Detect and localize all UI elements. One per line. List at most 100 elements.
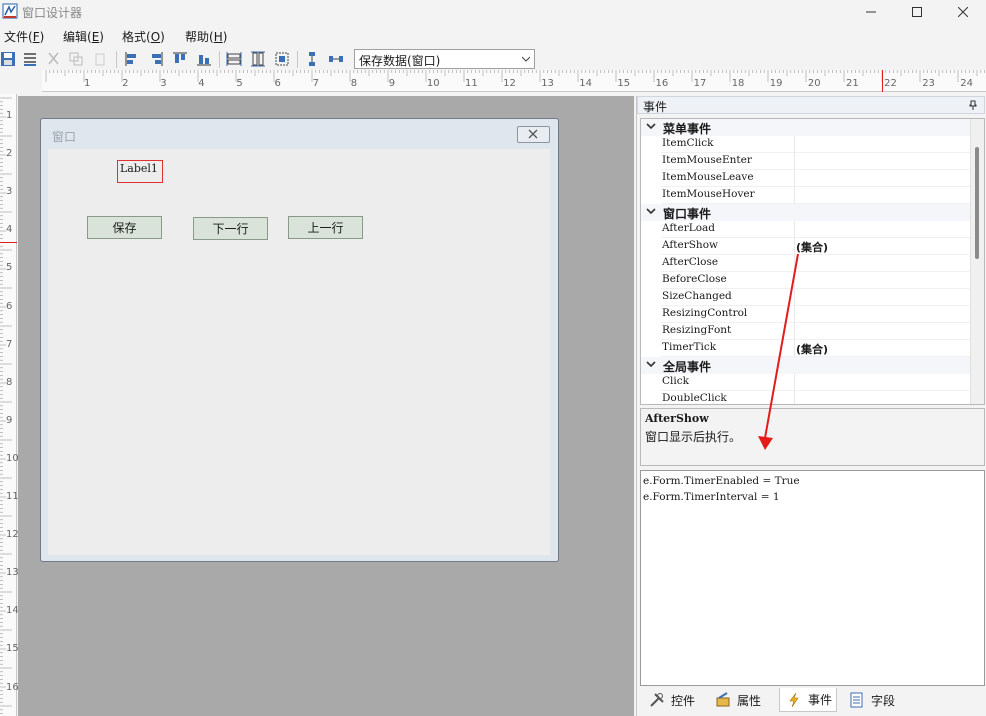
column-divider: [794, 255, 795, 272]
minimize-button[interactable]: [848, 0, 894, 24]
column-divider: [794, 340, 795, 357]
tab-label: 控件: [671, 693, 696, 708]
form-window[interactable]: 窗口 Label1 保存 下一行 上一行: [40, 118, 559, 562]
event-row[interactable]: ResizingControl: [641, 306, 971, 323]
event-name: ResizingControl: [662, 307, 748, 319]
panel-tabs: 控件 属性 事件 字段: [637, 688, 986, 714]
code-line[interactable]: e.Form.TimerInterval = 1: [643, 491, 982, 507]
ruler-label: 10: [6, 452, 19, 464]
ruler-label: 11: [465, 78, 478, 89]
properties-icon: [716, 692, 730, 707]
event-value[interactable]: (集合): [796, 239, 828, 255]
align-left-icon[interactable]: [124, 51, 140, 67]
ruler-label: 6: [6, 300, 13, 312]
ruler-position-marker: [0, 242, 17, 243]
ruler-label: 12: [6, 529, 19, 541]
tab-events[interactable]: 事件: [779, 688, 837, 712]
event-row[interactable]: AfterClose: [641, 255, 971, 272]
category-name: 窗口事件: [663, 207, 712, 221]
same-size-icon[interactable]: [274, 51, 290, 67]
column-divider: [794, 187, 795, 204]
align-right-icon[interactable]: [148, 51, 164, 67]
menu-help[interactable]: 帮助(H): [185, 28, 227, 45]
next-row-button[interactable]: 下一行: [193, 217, 268, 240]
event-row[interactable]: AfterLoad: [641, 221, 971, 238]
category-header[interactable]: 窗口事件: [641, 204, 971, 221]
event-name: ItemMouseLeave: [662, 171, 754, 183]
save-icon[interactable]: [0, 51, 16, 67]
event-row[interactable]: ItemClick: [641, 136, 971, 153]
chevron-down-icon[interactable]: [646, 361, 656, 369]
event-row[interactable]: ItemMouseHover: [641, 187, 971, 204]
event-name: AfterShow: [662, 239, 719, 251]
ruler-label: 19: [769, 78, 783, 89]
vertical-ruler: 1 2 3 4 5 6 7 8 9 10 11 12 13 14 15 16: [0, 94, 19, 716]
event-row[interactable]: DoubleClick: [641, 391, 971, 404]
align-bottom-icon[interactable]: [196, 51, 212, 67]
column-divider: [794, 391, 795, 404]
tab-fields[interactable]: 字段: [849, 688, 913, 712]
pin-icon[interactable]: [968, 100, 978, 110]
event-name: AfterClose: [662, 256, 719, 268]
description-text: 窗口显示后执行。: [645, 430, 742, 444]
event-row[interactable]: SizeChanged: [641, 289, 971, 306]
event-name: ItemMouseEnter: [662, 154, 752, 166]
align-top-icon[interactable]: [172, 51, 188, 67]
tab-controls[interactable]: 控件: [649, 688, 713, 712]
tab-order-icon[interactable]: [22, 51, 38, 67]
ruler-label: 3: [160, 78, 167, 89]
ruler-label: 24: [960, 78, 974, 89]
vertical-spacing-icon[interactable]: [304, 51, 320, 67]
tools-icon: [650, 693, 664, 707]
tab-label: 字段: [871, 693, 896, 708]
event-row[interactable]: Click: [641, 374, 971, 391]
code-line[interactable]: e.Form.TimerEnabled = True: [643, 475, 982, 491]
category-header[interactable]: 菜单事件: [641, 119, 971, 136]
tab-label: 属性: [737, 693, 762, 708]
tab-properties[interactable]: 属性: [715, 688, 777, 712]
event-row[interactable]: ItemMouseLeave: [641, 170, 971, 187]
ruler-label: 23: [922, 78, 935, 89]
event-row[interactable]: AfterShow (集合): [641, 238, 971, 255]
ruler-label: 15: [617, 78, 631, 89]
save-button[interactable]: 保存: [87, 216, 162, 239]
paste-icon[interactable]: [92, 51, 108, 67]
menu-bar: 文件(F) 编辑(E) 格式(O) 帮助(H): [0, 24, 986, 46]
copy-icon[interactable]: [68, 51, 84, 67]
form-close-button[interactable]: [517, 126, 550, 143]
event-selector-dropdown[interactable]: 保存数据(窗口): [354, 49, 535, 69]
chevron-down-icon[interactable]: [646, 123, 656, 131]
same-width-icon[interactable]: [226, 51, 242, 67]
maximize-button[interactable]: [894, 0, 940, 24]
menu-file[interactable]: 文件(F): [4, 28, 44, 45]
close-button[interactable]: [940, 0, 986, 24]
menu-format[interactable]: 格式(O): [122, 28, 165, 45]
chevron-down-icon[interactable]: [646, 208, 656, 216]
event-name: BeforeClose: [662, 273, 727, 285]
category-header[interactable]: 全局事件: [641, 357, 971, 374]
label1-control[interactable]: Label1: [117, 160, 163, 183]
column-divider: [794, 170, 795, 187]
previous-row-button[interactable]: 上一行: [288, 216, 363, 239]
event-row[interactable]: TimerTick (集合): [641, 340, 971, 357]
event-row[interactable]: ItemMouseEnter: [641, 153, 971, 170]
description-title: AfterShow: [645, 412, 709, 425]
event-property-grid[interactable]: 菜单事件 ItemClick ItemMouseEnter ItemMouseLeav…: [640, 118, 985, 405]
code-editor[interactable]: e.Form.TimerEnabled = True e.Form.TimerI…: [640, 470, 985, 686]
event-name: ItemClick: [662, 137, 714, 149]
column-divider: [794, 136, 795, 153]
cut-icon[interactable]: [46, 51, 62, 67]
same-height-icon[interactable]: [250, 51, 266, 67]
event-row[interactable]: ResizingFont: [641, 323, 971, 340]
event-name: SizeChanged: [662, 290, 732, 302]
horizontal-spacing-icon[interactable]: [328, 51, 344, 67]
design-surface[interactable]: 窗口 Label1 保存 下一行 上一行: [18, 96, 634, 716]
form-client-area[interactable]: Label1 保存 下一行 上一行: [48, 149, 550, 555]
ruler-label: 16: [6, 681, 19, 693]
event-row[interactable]: BeforeClose: [641, 272, 971, 289]
panel-title: 事件: [643, 100, 668, 114]
grid-scrollbar[interactable]: [970, 119, 984, 404]
event-value[interactable]: (集合): [796, 341, 828, 357]
menu-edit[interactable]: 编辑(E): [63, 28, 104, 45]
scrollbar-thumb[interactable]: [975, 147, 979, 259]
